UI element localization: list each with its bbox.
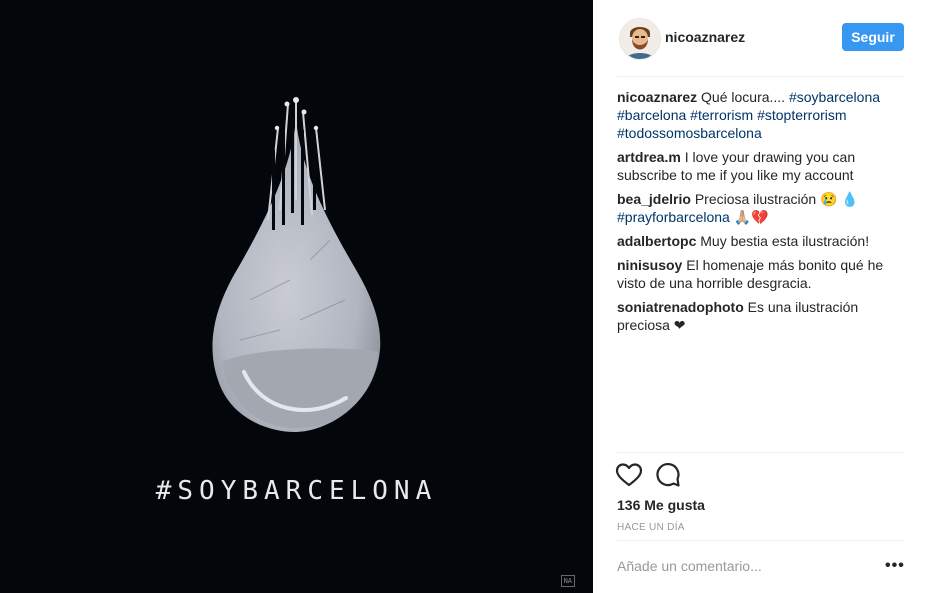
avatar[interactable] — [619, 18, 661, 60]
hashtag-link[interactable]: #stopterrorism — [757, 107, 846, 123]
comment-item: bea_jdelrio Preciosa ilustración 😢 💧 #pr… — [617, 190, 907, 226]
comment-text: Preciosa ilustración 😢 💧 — [694, 191, 859, 207]
hashtag-link[interactable]: #todossomosbarcelona — [617, 125, 762, 141]
comment-item: soniatrenadophoto Es una ilustración pre… — [617, 298, 907, 334]
comment-author[interactable]: bea_jdelrio — [617, 191, 691, 207]
more-options-button[interactable]: ••• — [885, 557, 905, 574]
comment-item: artdrea.m I love your drawing you can su… — [617, 148, 907, 184]
comment-author[interactable]: ninisusoy — [617, 257, 682, 273]
follow-button[interactable]: Seguir — [842, 23, 904, 51]
comment-author[interactable]: soniatrenadophoto — [617, 299, 744, 315]
heart-icon — [615, 463, 643, 487]
comment-item: adalbertopc Muy bestia esta ilustración! — [617, 232, 907, 250]
comment-text: Muy bestia esta ilustración! — [700, 233, 870, 249]
comment-button[interactable] — [655, 462, 681, 488]
like-count[interactable]: 136 Me gusta — [617, 497, 705, 513]
comment-item: ninisusoy El homenaje más bonito qué he … — [617, 256, 907, 292]
comment-icon — [656, 462, 680, 487]
actions-divider — [617, 452, 905, 453]
post-image[interactable]: #SOYBARCELONA NA — [0, 0, 593, 593]
header-divider — [617, 76, 905, 77]
post-sidebar: nicoaznarez Seguir nicoaznarez Qué locur… — [593, 0, 925, 593]
bearded-man-avatar-icon — [620, 19, 660, 59]
comment-divider — [617, 540, 905, 541]
post-author-username[interactable]: nicoaznarez — [665, 29, 745, 45]
comment-author[interactable]: adalbertopc — [617, 233, 696, 249]
like-button[interactable] — [615, 462, 643, 488]
hashtag-link[interactable]: #soybarcelona — [789, 89, 880, 105]
image-hashtag-text: #SOYBARCELONA — [155, 476, 438, 506]
post-timestamp: HACE UN DÍA — [617, 522, 685, 533]
artist-signature: NA — [560, 575, 575, 587]
caption-text: Qué locura.... — [701, 89, 786, 105]
comment-emoji: 🙏🏼💔 — [733, 209, 769, 225]
comment-author[interactable]: artdrea.m — [617, 149, 681, 165]
hashtag-link[interactable]: #prayforbarcelona — [617, 209, 730, 225]
caption-author[interactable]: nicoaznarez — [617, 89, 697, 105]
more-options-icon: ••• — [885, 557, 905, 574]
hashtag-link[interactable]: #terrorism — [690, 107, 753, 123]
comments-list: nicoaznarez Qué locura.... #soybarcelona… — [617, 88, 907, 340]
post-header: nicoaznarez Seguir — [593, 0, 925, 76]
instagram-post: #SOYBARCELONA NA nicoaznarez Seguir nico… — [0, 0, 925, 593]
add-comment-input[interactable] — [617, 558, 867, 574]
hashtag-link[interactable]: #barcelona — [617, 107, 686, 123]
caption: nicoaznarez Qué locura.... #soybarcelona… — [617, 88, 907, 142]
